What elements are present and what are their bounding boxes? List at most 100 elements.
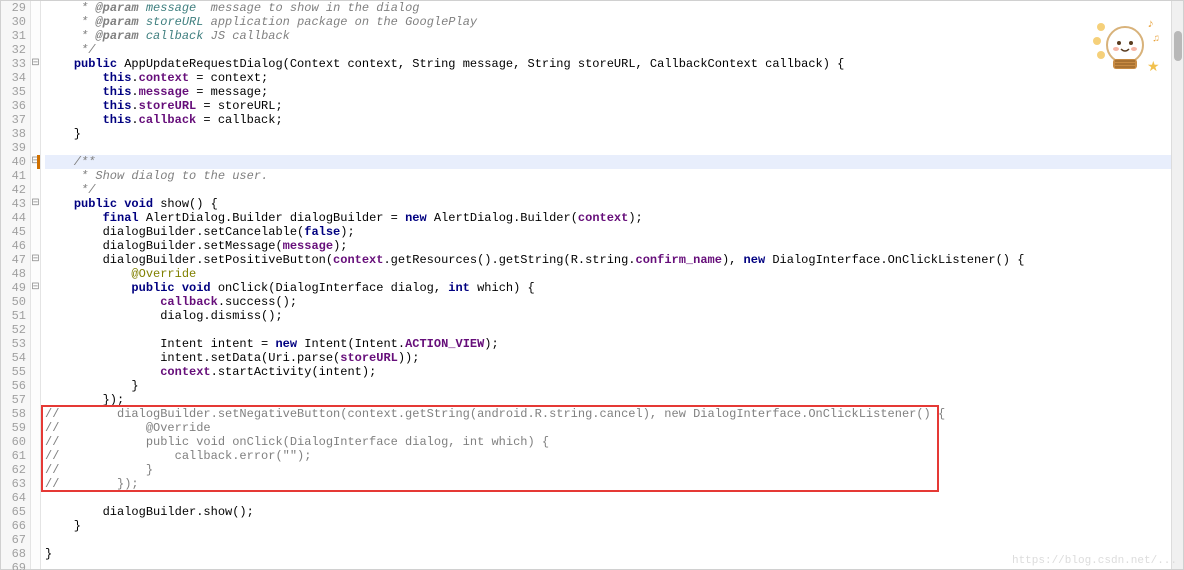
vertical-scrollbar[interactable]	[1171, 1, 1183, 569]
line-number: 37	[1, 113, 26, 127]
line-number: 46	[1, 239, 26, 253]
code-line[interactable]: @Override	[45, 267, 1171, 281]
line-number: 40	[1, 155, 26, 169]
code-line[interactable]: /**	[45, 155, 1171, 169]
code-line[interactable]: * Show dialog to the user.	[45, 169, 1171, 183]
code-line[interactable]: final AlertDialog.Builder dialogBuilder …	[45, 211, 1171, 225]
line-number: 47	[1, 253, 26, 267]
fold-handle	[31, 323, 40, 337]
fold-handle	[31, 365, 40, 379]
fold-handle[interactable]: ⊟	[31, 197, 40, 211]
line-number: 44	[1, 211, 26, 225]
code-line[interactable]: // dialogBuilder.setNegativeButton(conte…	[45, 407, 1171, 421]
code-line[interactable]: */	[45, 43, 1171, 57]
fold-handle	[31, 337, 40, 351]
code-line[interactable]: // @Override	[45, 421, 1171, 435]
code-line[interactable]: public void onClick(DialogInterface dial…	[45, 281, 1171, 295]
code-line[interactable]: */	[45, 183, 1171, 197]
code-line[interactable]: dialogBuilder.setPositiveButton(context.…	[45, 253, 1171, 267]
line-number: 38	[1, 127, 26, 141]
code-line[interactable]: // public void onClick(DialogInterface d…	[45, 435, 1171, 449]
fold-handle	[31, 43, 40, 57]
fold-handle	[31, 505, 40, 519]
line-number: 58	[1, 407, 26, 421]
code-line[interactable]: * @param callback JS callback	[45, 29, 1171, 43]
fold-handle	[31, 295, 40, 309]
fold-handle	[31, 407, 40, 421]
fold-handle	[31, 99, 40, 113]
code-line[interactable]: * @param storeURL application package on…	[45, 15, 1171, 29]
line-number: 57	[1, 393, 26, 407]
fold-handle[interactable]: ⊟	[31, 253, 40, 267]
line-number: 42	[1, 183, 26, 197]
code-line[interactable]: dialog.dismiss();	[45, 309, 1171, 323]
code-line[interactable]: this.storeURL = storeURL;	[45, 99, 1171, 113]
code-line[interactable]: intent.setData(Uri.parse(storeURL));	[45, 351, 1171, 365]
line-number: 63	[1, 477, 26, 491]
fold-handle	[31, 533, 40, 547]
watermark: https://blog.csdn.net/...	[1012, 555, 1177, 567]
line-number: 60	[1, 435, 26, 449]
code-line[interactable]: public void show() {	[45, 197, 1171, 211]
line-number: 41	[1, 169, 26, 183]
fold-handle[interactable]: ⊟	[31, 57, 40, 71]
line-number: 69	[1, 561, 26, 570]
code-line[interactable]	[45, 491, 1171, 505]
code-line[interactable]: dialogBuilder.setMessage(message);	[45, 239, 1171, 253]
line-number: 32	[1, 43, 26, 57]
line-number: 66	[1, 519, 26, 533]
fold-handle	[31, 183, 40, 197]
code-area[interactable]: * @param message message to show in the …	[41, 1, 1171, 569]
code-line[interactable]: }	[45, 547, 1171, 561]
line-number: 43	[1, 197, 26, 211]
code-line[interactable]	[45, 323, 1171, 337]
line-number: 31	[1, 29, 26, 43]
fold-handle	[31, 127, 40, 141]
line-number: 29	[1, 1, 26, 15]
code-editor[interactable]: 2930313233343536373839404142434445464748…	[0, 0, 1184, 570]
fold-handle	[31, 71, 40, 85]
code-line[interactable]	[45, 141, 1171, 155]
fold-handle	[31, 561, 40, 570]
line-number: 55	[1, 365, 26, 379]
fold-handle	[31, 463, 40, 477]
code-line[interactable]: // }	[45, 463, 1171, 477]
code-line[interactable]: dialogBuilder.setCancelable(false);	[45, 225, 1171, 239]
code-line[interactable]: this.message = message;	[45, 85, 1171, 99]
line-number: 56	[1, 379, 26, 393]
fold-handle	[31, 435, 40, 449]
fold-handle	[31, 379, 40, 393]
code-line[interactable]: // });	[45, 477, 1171, 491]
fold-handle	[31, 1, 40, 15]
code-line[interactable]: this.context = context;	[45, 71, 1171, 85]
code-line[interactable]: callback.success();	[45, 295, 1171, 309]
code-line[interactable]: * @param message message to show in the …	[45, 1, 1171, 15]
code-line[interactable]	[45, 561, 1171, 570]
line-number: 62	[1, 463, 26, 477]
code-line[interactable]	[45, 533, 1171, 547]
code-line[interactable]: }	[45, 379, 1171, 393]
line-number: 67	[1, 533, 26, 547]
code-line[interactable]: // callback.error("");	[45, 449, 1171, 463]
code-line[interactable]: public AppUpdateRequestDialog(Context co…	[45, 57, 1171, 71]
line-number: 52	[1, 323, 26, 337]
code-line[interactable]: }	[45, 127, 1171, 141]
fold-handle	[31, 393, 40, 407]
fold-handle	[31, 547, 40, 561]
fold-handle	[31, 15, 40, 29]
code-line[interactable]: });	[45, 393, 1171, 407]
line-number: 65	[1, 505, 26, 519]
fold-handle[interactable]: ⊟	[31, 281, 40, 295]
code-line[interactable]: this.callback = callback;	[45, 113, 1171, 127]
fold-column[interactable]: ⊟⊟⊟⊟⊟	[31, 1, 41, 569]
fold-handle	[31, 519, 40, 533]
line-number-gutter: 2930313233343536373839404142434445464748…	[1, 1, 31, 569]
fold-handle	[31, 225, 40, 239]
fold-handle	[31, 29, 40, 43]
code-line[interactable]: Intent intent = new Intent(Intent.ACTION…	[45, 337, 1171, 351]
line-number: 49	[1, 281, 26, 295]
code-line[interactable]: context.startActivity(intent);	[45, 365, 1171, 379]
code-line[interactable]: dialogBuilder.show();	[45, 505, 1171, 519]
fold-handle	[31, 421, 40, 435]
code-line[interactable]: }	[45, 519, 1171, 533]
